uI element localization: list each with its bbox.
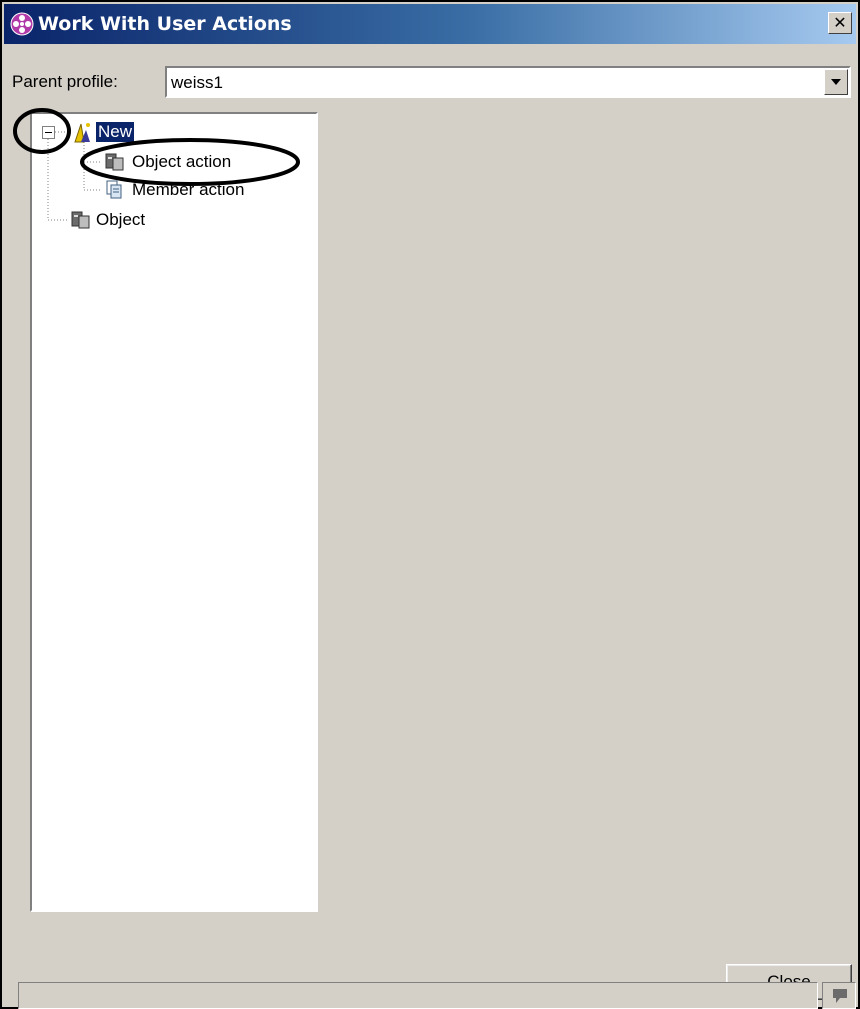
parent-profile-label: Parent profile: <box>12 72 118 91</box>
window-title: Work With User Actions <box>38 13 292 35</box>
app-icon <box>10 12 34 36</box>
dropdown-button[interactable] <box>824 69 848 95</box>
window-close-button[interactable]: ✕ <box>828 12 852 34</box>
member-action-icon <box>106 180 122 199</box>
status-bar <box>4 982 856 1009</box>
tree-item-label: Object action <box>132 152 232 171</box>
tree-item-label: New <box>96 122 135 142</box>
object-action-icon <box>105 153 124 171</box>
object-icon <box>71 211 90 229</box>
title-bar[interactable]: Work With User Actions ✕ <box>4 4 856 44</box>
tree-collapse-toggle[interactable] <box>42 126 55 139</box>
speech-bubble-icon <box>833 989 847 1003</box>
user-actions-tree[interactable]: New Object action Member action Object <box>30 112 318 912</box>
tree-item-label: Object <box>96 210 146 229</box>
parent-profile-value: weiss1 <box>171 73 223 92</box>
tree-item-label: Member action <box>132 180 245 199</box>
status-message-field <box>18 982 818 1009</box>
new-wizard-icon <box>74 123 90 143</box>
help-tip-button[interactable] <box>822 982 856 1009</box>
close-icon: ✕ <box>833 13 847 32</box>
dialog-window: Work With User Actions ✕ Parent profile:… <box>0 0 860 1009</box>
parent-profile-combo[interactable]: weiss1 <box>165 66 851 98</box>
chevron-down-icon <box>831 79 841 85</box>
